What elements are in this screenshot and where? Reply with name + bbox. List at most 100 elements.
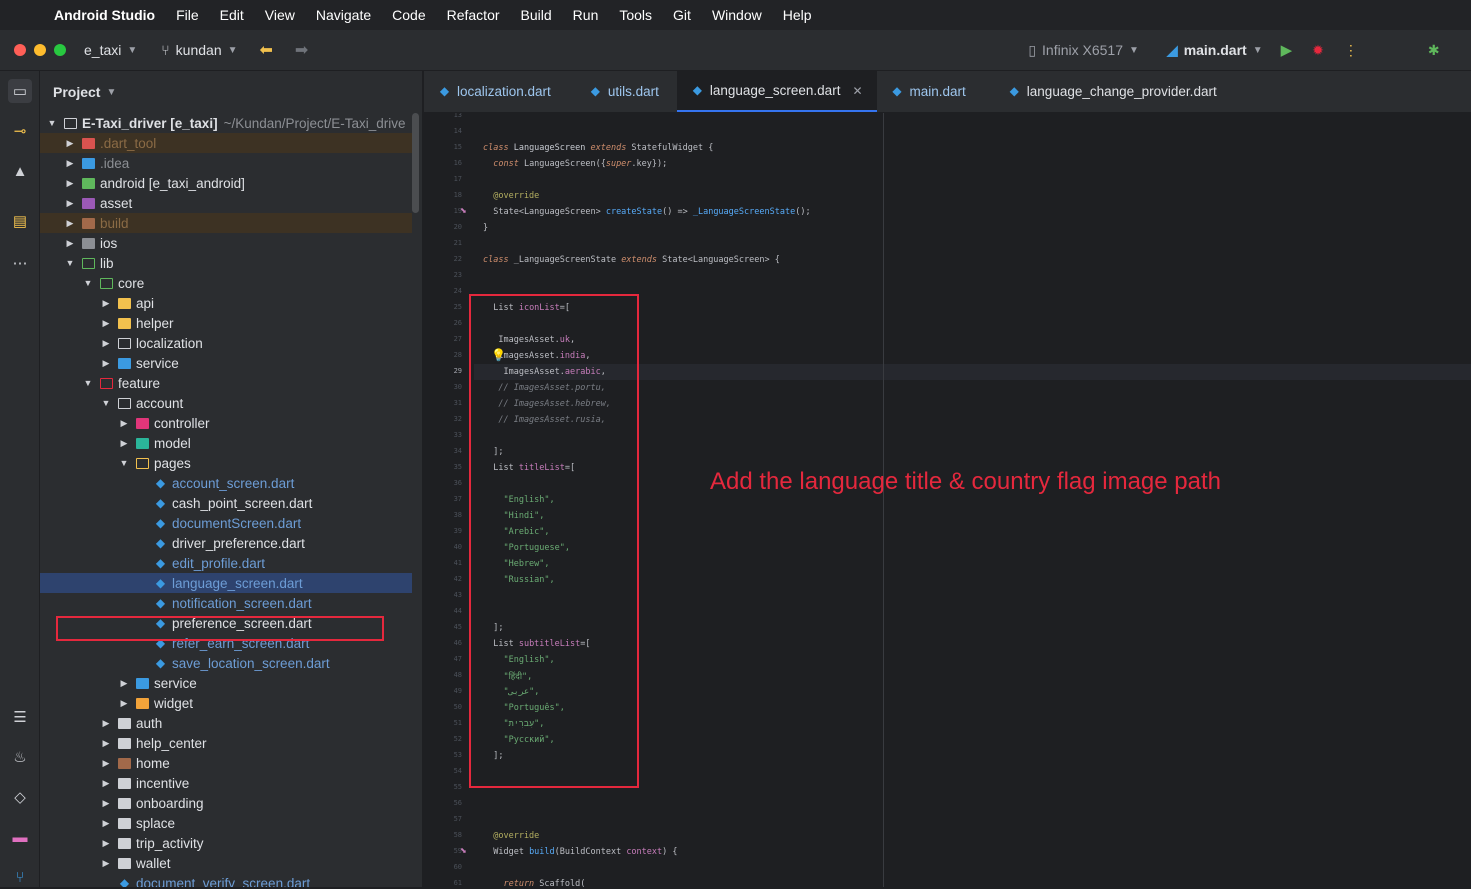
collapsed-arrow-icon[interactable]: ▶: [100, 838, 112, 849]
collapsed-arrow-icon[interactable]: ▶: [64, 218, 76, 229]
tree-item-core[interactable]: ▼ core: [40, 273, 412, 293]
terminal-icon[interactable]: ▬: [8, 825, 32, 849]
branch-selector[interactable]: ⑂ kundan ▼: [161, 42, 237, 58]
tree-item-dart-file[interactable]: ◆ account_screen.dart: [40, 473, 412, 493]
override-marker-icon[interactable]: ⬊: [460, 206, 467, 215]
problems-icon[interactable]: ♨: [8, 745, 32, 769]
back-arrow-icon[interactable]: ⬅: [260, 40, 273, 60]
zoom-window-button[interactable]: [54, 44, 66, 56]
collapsed-arrow-icon[interactable]: ▶: [100, 718, 112, 729]
collapsed-arrow-icon[interactable]: ▶: [100, 298, 112, 309]
collapsed-arrow-icon[interactable]: ▶: [118, 418, 130, 429]
collapsed-arrow-icon[interactable]: ▶: [64, 158, 76, 169]
menu-run[interactable]: Run: [573, 7, 599, 23]
tab-language-screen[interactable]: ◆ language_screen.dart ✕: [676, 71, 877, 112]
tree-item-help-center[interactable]: ▶ help_center: [40, 733, 412, 753]
close-icon[interactable]: ✕: [852, 84, 862, 98]
tree-item-android[interactable]: ▶ android [e_taxi_android]: [40, 173, 412, 193]
tree-item-incentive[interactable]: ▶ incentive: [40, 773, 412, 793]
collapsed-arrow-icon[interactable]: ▶: [64, 198, 76, 209]
tree-item-model[interactable]: ▶ model: [40, 433, 412, 453]
tree-item-trip-activity[interactable]: ▶ trip_activity: [40, 833, 412, 853]
tree-item-root[interactable]: ▼ E-Taxi_driver [e_taxi] ~/Kundan/Projec…: [40, 113, 412, 133]
close-window-button[interactable]: [14, 44, 26, 56]
menu-code[interactable]: Code: [392, 7, 425, 23]
tree-item-dart-file-selected[interactable]: ◆ language_screen.dart: [40, 573, 412, 593]
collapsed-arrow-icon[interactable]: ▶: [100, 338, 112, 349]
tree-item-dart-file[interactable]: ◆ document_verify_screen.dart: [40, 873, 412, 888]
menu-file[interactable]: File: [176, 7, 199, 23]
expanded-arrow-icon[interactable]: ▼: [82, 378, 94, 388]
collapsed-arrow-icon[interactable]: ▶: [100, 798, 112, 809]
tree-item-service[interactable]: ▶ service: [40, 353, 412, 373]
logcat-icon[interactable]: ☰: [8, 705, 32, 729]
project-panel-scrollbar[interactable]: [412, 113, 419, 213]
menu-view[interactable]: View: [265, 7, 295, 23]
menu-window[interactable]: Window: [712, 7, 762, 23]
menu-git[interactable]: Git: [673, 7, 691, 23]
resource-manager-icon[interactable]: ▲: [8, 159, 32, 183]
menu-build[interactable]: Build: [521, 7, 552, 23]
gradle-icon[interactable]: ◇: [8, 785, 32, 809]
tree-item-dart-tool[interactable]: ▶ .dart_tool: [40, 133, 412, 153]
menu-refactor[interactable]: Refactor: [447, 7, 500, 23]
collapsed-arrow-icon[interactable]: ▶: [118, 698, 130, 709]
minimize-window-button[interactable]: [34, 44, 46, 56]
app-name-menu[interactable]: Android Studio: [54, 7, 155, 23]
tree-item-localization[interactable]: ▶ localization: [40, 333, 412, 353]
menu-tools[interactable]: Tools: [619, 7, 652, 23]
tree-item-lib[interactable]: ▼ lib: [40, 253, 412, 273]
tree-item-dart-file[interactable]: ◆ edit_profile.dart: [40, 553, 412, 573]
run-icon[interactable]: ▶: [1281, 41, 1293, 59]
tree-item-dart-file[interactable]: ◆ driver_preference.dart: [40, 533, 412, 553]
structure-tool-icon[interactable]: ▤: [8, 209, 32, 233]
collapsed-arrow-icon[interactable]: ▶: [100, 818, 112, 829]
expanded-arrow-icon[interactable]: ▼: [46, 118, 58, 128]
forward-arrow-icon[interactable]: ➡: [295, 40, 308, 60]
tree-item-build[interactable]: ▶ build: [40, 213, 412, 233]
code-editor[interactable]: 13 14 15 16 17 18 19 20 21 22 23 24 25 26 27 28 29 30 31 32…: [424, 113, 1471, 887]
tree-item-controller[interactable]: ▶ controller: [40, 413, 412, 433]
collapsed-arrow-icon[interactable]: ▶: [100, 318, 112, 329]
tab-language-change-provider[interactable]: ◆ language_change_provider.dart: [994, 71, 1231, 112]
collapsed-arrow-icon[interactable]: ▶: [118, 438, 130, 449]
settings-gear-icon[interactable]: ✱: [1428, 42, 1440, 59]
expanded-arrow-icon[interactable]: ▼: [100, 398, 112, 408]
more-tools-icon[interactable]: ⋯: [8, 251, 32, 275]
collapsed-arrow-icon[interactable]: ▶: [100, 778, 112, 789]
project-tool-icon[interactable]: ▭: [8, 79, 32, 103]
collapsed-arrow-icon[interactable]: ▶: [100, 858, 112, 869]
run-config-selector[interactable]: ◢ main.dart ▼: [1167, 42, 1263, 59]
tree-item-api[interactable]: ▶ api: [40, 293, 412, 313]
debug-icon[interactable]: ✹: [1312, 42, 1324, 59]
tree-item-asset[interactable]: ▶ asset: [40, 193, 412, 213]
tree-item-feature[interactable]: ▼ feature: [40, 373, 412, 393]
commit-tool-icon[interactable]: ⊸: [8, 119, 32, 143]
tree-item-account[interactable]: ▼ account: [40, 393, 412, 413]
tree-item-service[interactable]: ▶ service: [40, 673, 412, 693]
menu-edit[interactable]: Edit: [220, 7, 244, 23]
tree-item-dart-file[interactable]: ◆ save_location_screen.dart: [40, 653, 412, 673]
tree-item-idea[interactable]: ▶ .idea: [40, 153, 412, 173]
collapsed-arrow-icon[interactable]: ▶: [100, 358, 112, 369]
tree-item-helper[interactable]: ▶ helper: [40, 313, 412, 333]
tree-item-auth[interactable]: ▶ auth: [40, 713, 412, 733]
collapsed-arrow-icon[interactable]: ▶: [100, 758, 112, 769]
tree-item-ios[interactable]: ▶ ios: [40, 233, 412, 253]
collapsed-arrow-icon[interactable]: ▶: [64, 138, 76, 149]
git-tool-icon[interactable]: ⑂: [8, 865, 32, 889]
expanded-arrow-icon[interactable]: ▼: [118, 458, 130, 468]
override-marker-icon[interactable]: ⬊: [460, 846, 467, 855]
collapsed-arrow-icon[interactable]: ▶: [100, 738, 112, 749]
tree-item-dart-file[interactable]: ◆ notification_screen.dart: [40, 593, 412, 613]
collapsed-arrow-icon[interactable]: ▶: [64, 238, 76, 249]
tab-localization[interactable]: ◆ localization.dart: [424, 71, 565, 112]
tab-utils[interactable]: ◆ utils.dart: [575, 71, 673, 112]
device-selector[interactable]: ▯ Infinix X6517 ▼: [1028, 42, 1139, 59]
menu-navigate[interactable]: Navigate: [316, 7, 371, 23]
tree-item-splace[interactable]: ▶ splace: [40, 813, 412, 833]
tree-item-onboarding[interactable]: ▶ onboarding: [40, 793, 412, 813]
tree-item-wallet[interactable]: ▶ wallet: [40, 853, 412, 873]
menu-help[interactable]: Help: [783, 7, 812, 23]
tree-item-dart-file[interactable]: ◆ cash_point_screen.dart: [40, 493, 412, 513]
